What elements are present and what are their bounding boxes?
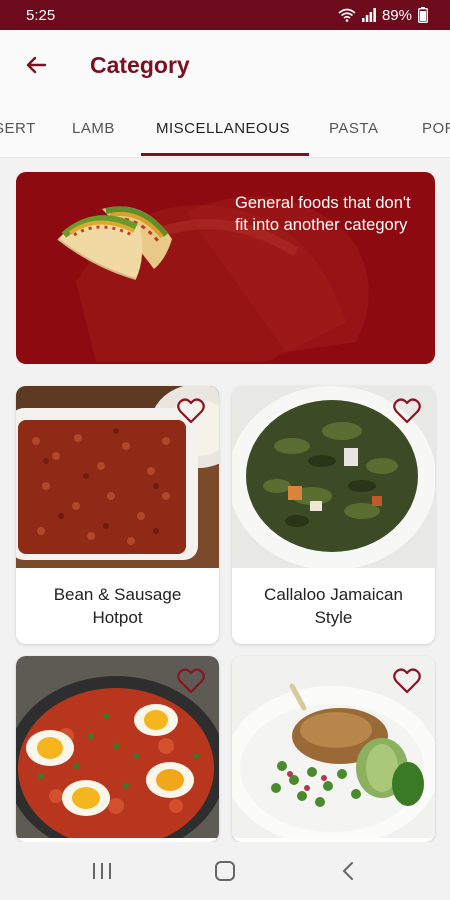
status-bar: 5:25 89% bbox=[0, 0, 450, 30]
signal-icon bbox=[361, 8, 376, 22]
meal-name: Callaloo Jamaican Style bbox=[264, 585, 403, 627]
arrow-left-icon bbox=[26, 56, 47, 74]
meal-card-bean-sausage[interactable]: Bean & Sausage Hotpot bbox=[16, 386, 219, 644]
tab-miscellaneous[interactable]: MISCELLANEOUS bbox=[156, 100, 290, 157]
status-time: 5:25 bbox=[26, 6, 56, 24]
battery-icon bbox=[418, 7, 428, 23]
recent-apps-button[interactable] bbox=[72, 851, 132, 891]
system-nav-bar bbox=[0, 842, 450, 900]
battery-percent: 89% bbox=[381, 6, 412, 24]
tab-pasta[interactable]: PASTA bbox=[329, 100, 378, 157]
tab-lamb[interactable]: LAMB bbox=[72, 100, 115, 157]
tab-dessert[interactable]: SERT bbox=[0, 100, 36, 157]
meal-card-shakshuka[interactable] bbox=[16, 656, 219, 842]
meal-card-duck-peas[interactable] bbox=[232, 656, 435, 842]
wifi-icon bbox=[338, 8, 356, 22]
page-title: Category bbox=[90, 51, 190, 78]
recent-apps-icon bbox=[92, 863, 111, 879]
favorite-heart-icon[interactable] bbox=[393, 398, 421, 424]
meal-name: Bean & Sausage Hotpot bbox=[53, 585, 182, 627]
screen: 5:25 89% Category ERT LAMB MISCELLANEOUS… bbox=[0, 0, 450, 900]
category-banner: General foods that don't fit into anothe… bbox=[16, 172, 435, 364]
favorite-heart-icon[interactable] bbox=[177, 398, 205, 424]
taco-image bbox=[57, 206, 172, 280]
back-nav-button[interactable] bbox=[318, 851, 378, 891]
app-bar: Category bbox=[0, 30, 450, 100]
status-icons: 89% bbox=[338, 7, 428, 24]
favorite-heart-icon[interactable] bbox=[393, 668, 421, 694]
back-button[interactable] bbox=[12, 41, 60, 89]
chevron-left-icon bbox=[343, 862, 354, 880]
category-tabs: SERT LAMB MISCELLANEOUS PASTA POR bbox=[0, 100, 450, 158]
tab-indicator bbox=[141, 153, 309, 156]
tab-pork[interactable]: POR bbox=[422, 100, 450, 157]
home-icon bbox=[214, 861, 235, 881]
category-description: General foods that don't fit into anothe… bbox=[235, 194, 411, 234]
meal-card-callaloo[interactable]: Callaloo Jamaican Style bbox=[232, 386, 435, 644]
favorite-heart-icon[interactable] bbox=[177, 668, 205, 694]
home-button[interactable] bbox=[195, 851, 255, 891]
